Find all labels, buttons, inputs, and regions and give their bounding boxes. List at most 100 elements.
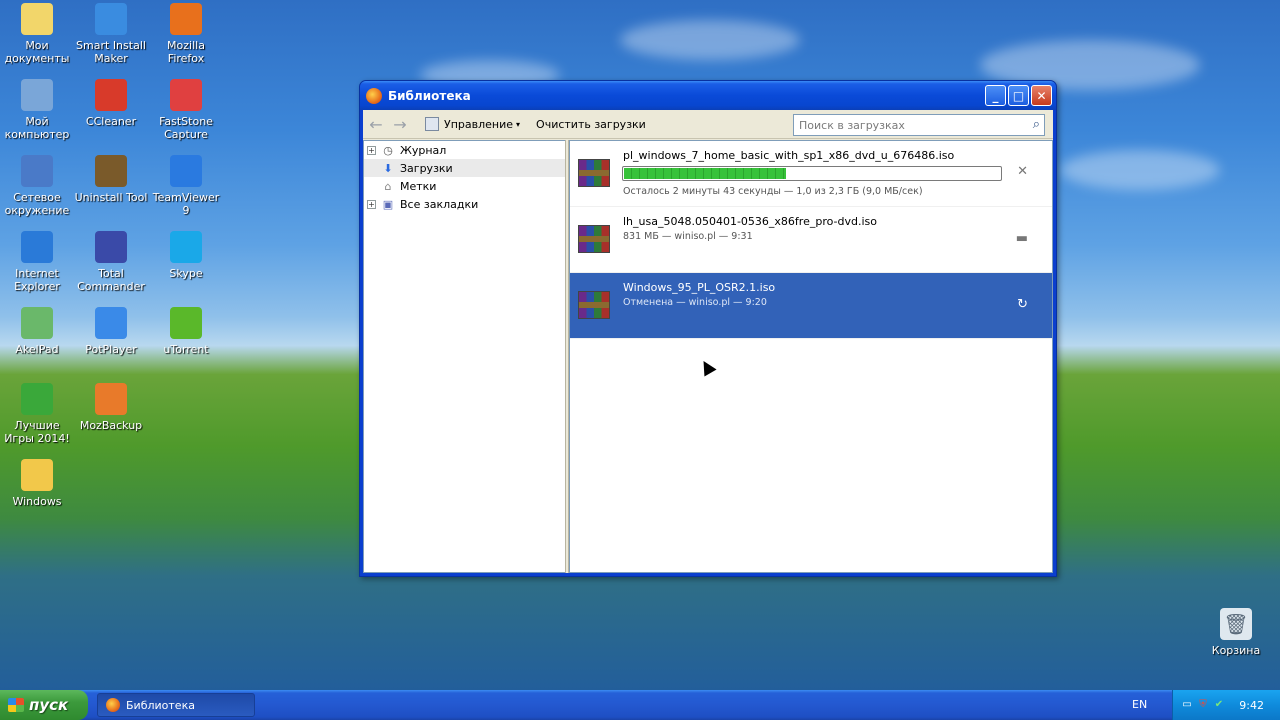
desktop-icon-label: Лучшие Игры 2014!: [4, 419, 70, 445]
archive-file-icon: [578, 159, 610, 187]
manage-menu[interactable]: Управление ▾: [425, 117, 520, 131]
tree-item-label: Журнал: [400, 143, 447, 157]
tree-item[interactable]: ⬇ Загрузки: [364, 159, 565, 177]
desktop-icon[interactable]: Сетевое окружение: [0, 155, 74, 217]
tray-shield-icon[interactable]: ⛨: [1197, 699, 1209, 711]
desktop-icon[interactable]: MozBackup: [74, 383, 148, 432]
cancel-icon[interactable]: ✕: [1017, 164, 1028, 179]
recycle-bin[interactable]: 🗑 Корзина: [1199, 608, 1273, 657]
clock[interactable]: 9:42: [1239, 699, 1264, 712]
download-status: Осталось 2 минуты 43 секунды — 1,0 из 2,…: [623, 186, 923, 197]
tag-icon: ⌂: [384, 179, 392, 193]
desktop-icon[interactable]: Skype: [149, 231, 223, 280]
tray-safely-remove-icon[interactable]: ✔: [1213, 699, 1225, 711]
start-label: пуск: [29, 696, 69, 714]
tree-item-label: Метки: [400, 179, 437, 193]
sidebar-tree: + ◷ Журнал ⬇ Загрузки ⌂ Метки + ▣ Все закладки: [363, 140, 565, 573]
network-icon: [21, 155, 53, 187]
back-button[interactable]: ←: [369, 115, 383, 134]
desktop-icon[interactable]: Uninstall Tool: [74, 155, 148, 204]
desktop-icon-label: Total Commander: [77, 267, 145, 293]
potplayer-icon: [95, 307, 127, 339]
tree-item-label: Все закладки: [400, 197, 479, 211]
manage-label: Управление: [444, 117, 514, 131]
desktop-icon-label: TeamViewer 9: [152, 191, 220, 217]
bookmarks-icon: ▣: [382, 197, 394, 211]
folder-icon: [21, 459, 53, 491]
tray-network-icon[interactable]: ▭: [1181, 699, 1193, 711]
mozbackup-icon: [95, 383, 127, 415]
desktop-icon[interactable]: Total Commander: [74, 231, 148, 293]
firefox-icon: [366, 87, 382, 104]
tree-item[interactable]: + ▣ Все закладки: [364, 195, 565, 213]
teamviewer-icon: [170, 155, 202, 187]
my-documents-icon: [21, 3, 53, 35]
desktop-icon[interactable]: Mozilla Firefox: [149, 3, 223, 65]
expand-toggle-icon[interactable]: +: [367, 199, 376, 209]
taskbar-button-label: Библиотека: [126, 698, 195, 712]
maximize-button[interactable]: □: [1008, 85, 1029, 106]
tree-item[interactable]: + ◷ Журнал: [364, 141, 565, 159]
download-filename: Windows_95_PL_OSR2.1.iso: [623, 281, 776, 294]
close-button[interactable]: ✕: [1031, 85, 1052, 106]
windows-flag-icon: [8, 698, 24, 712]
download-item[interactable]: Windows_95_PL_OSR2.1.iso Отменена — winis…: [570, 273, 1052, 339]
desktop-icon[interactable]: Мой компьютер: [0, 79, 74, 141]
retry-icon[interactable]: ↻: [1017, 297, 1028, 312]
download-item[interactable]: lh_usa_5048.050401-0536_x86fre_pro-dvd.i…: [570, 207, 1052, 273]
download-item[interactable]: pl_windows_7_home_basic_with_sp1_x86_dvd…: [570, 141, 1052, 207]
uninstall-tool-icon: [95, 155, 127, 187]
desktop-icon[interactable]: Internet Explorer: [0, 231, 74, 293]
download-progress-bar: [622, 166, 1002, 181]
desktop-icon-label: FastStone Capture: [159, 115, 213, 141]
expand-toggle-icon[interactable]: +: [367, 145, 376, 155]
toolbar: ← → Управление ▾ Очистить загрузки Поиск…: [363, 110, 1053, 139]
recycle-bin-icon: 🗑: [1220, 608, 1252, 640]
download-filename: lh_usa_5048.050401-0536_x86fre_pro-dvd.i…: [623, 215, 877, 228]
desktop-icon[interactable]: CCleaner: [74, 79, 148, 128]
download-status: 831 МБ — winiso.pl — 9:31: [623, 231, 753, 242]
desktop-icon[interactable]: PotPlayer: [74, 307, 148, 356]
library-window: Библиотека _ □ ✕ ← → Управление ▾ Очисти…: [359, 80, 1057, 577]
search-icon[interactable]: ⌕: [1033, 117, 1040, 132]
internet-explorer-icon: [21, 231, 53, 263]
desktop-icon[interactable]: FastStone Capture: [149, 79, 223, 141]
download-filename: pl_windows_7_home_basic_with_sp1_x86_dvd…: [623, 149, 955, 162]
clear-downloads-button[interactable]: Очистить загрузки: [536, 118, 646, 131]
desktop-icon[interactable]: Windows: [0, 459, 74, 508]
start-button[interactable]: пуск: [0, 690, 88, 720]
window-titlebar[interactable]: Библиотека _ □ ✕: [360, 81, 1056, 110]
tree-item[interactable]: ⌂ Метки: [364, 177, 565, 195]
clock-icon: ◷: [383, 143, 393, 157]
desktop-icon[interactable]: AkelPad: [0, 307, 74, 356]
desktop-icon-label: Мои документы: [4, 39, 70, 65]
archive-file-icon: [578, 291, 610, 319]
forward-button[interactable]: →: [393, 115, 407, 134]
desktop-icon-label: CCleaner: [85, 115, 137, 128]
my-computer-icon: [21, 79, 53, 111]
desktop-icon[interactable]: uTorrent: [149, 307, 223, 356]
language-indicator[interactable]: EN: [1132, 698, 1147, 711]
search-input[interactable]: Поиск в загрузках ⌕: [793, 114, 1045, 136]
desktop-icon-label: Smart Install Maker: [76, 39, 146, 65]
desktop-icon-label: AkelPad: [15, 343, 59, 356]
open-folder-icon[interactable]: ▬: [1016, 231, 1028, 246]
desktop-icon-label: PotPlayer: [85, 343, 137, 356]
firefox-icon: [106, 698, 120, 712]
skype-icon: [170, 231, 202, 263]
desktop-icon-label: uTorrent: [163, 343, 209, 356]
desktop-icon[interactable]: Лучшие Игры 2014!: [0, 383, 74, 445]
faststone-capture-icon: [170, 79, 202, 111]
download-status: Отменена — winiso.pl — 9:20: [623, 297, 767, 308]
download-arrow-icon: ⬇: [383, 161, 393, 175]
desktop-icon[interactable]: Smart Install Maker: [74, 3, 148, 65]
taskbar-button-library[interactable]: Библиотека: [97, 693, 255, 717]
minimize-button[interactable]: _: [985, 85, 1006, 106]
ccleaner-icon: [95, 79, 127, 111]
dropdown-arrow-icon: ▾: [516, 119, 521, 129]
recycle-bin-label: Корзина: [1211, 644, 1261, 657]
desktop-icon[interactable]: Мои документы: [0, 3, 74, 65]
taskbar: пуск Библиотека EN ▭ ⛨ ✔ 9:42: [0, 690, 1280, 720]
desktop-icon-label: Skype: [169, 267, 203, 280]
desktop-icon[interactable]: TeamViewer 9: [149, 155, 223, 217]
